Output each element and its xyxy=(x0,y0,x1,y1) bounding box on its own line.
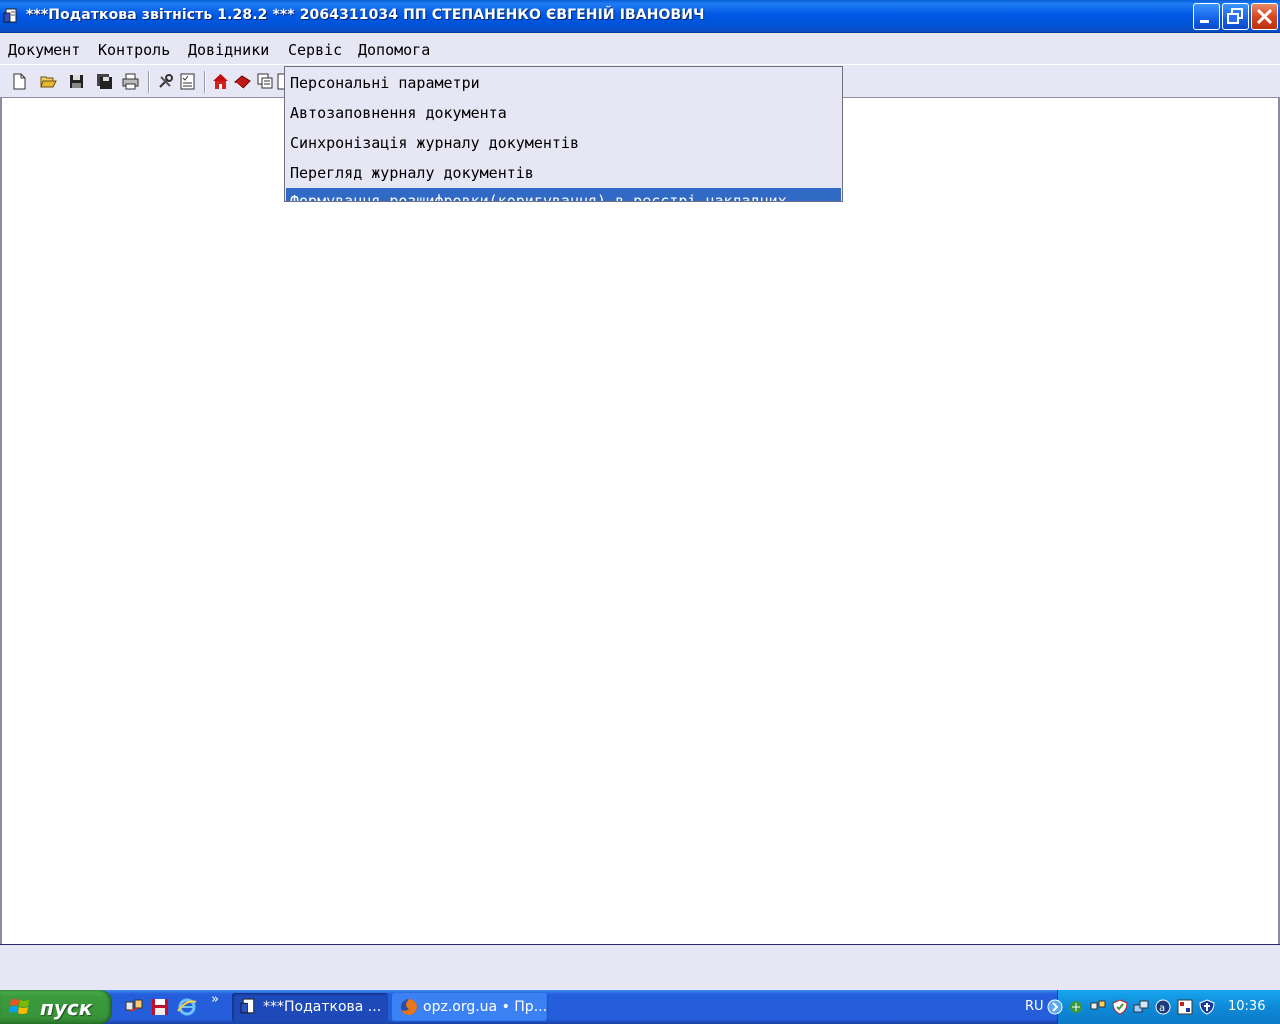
restore-button[interactable] xyxy=(1222,3,1249,30)
tray-connection-icon[interactable] xyxy=(1090,999,1106,1015)
taskbar-task-firefox[interactable]: opz.org.ua • Пр... xyxy=(392,993,548,1022)
menu-item-autofill-document[interactable]: Автозаповнення документа xyxy=(290,104,507,122)
task-label: opz.org.ua • Пр... xyxy=(423,999,548,1015)
task-label: ***Податкова ... xyxy=(263,999,382,1015)
taskbar: пуск » ***Податкова ... opz.org.ua • Пр.… xyxy=(0,990,1280,1024)
quick-launch-network-icon[interactable] xyxy=(124,997,144,1017)
checklist-icon[interactable] xyxy=(179,73,196,90)
close-button[interactable] xyxy=(1251,3,1278,30)
menu-document[interactable]: Документ xyxy=(8,41,80,59)
windows-logo-icon xyxy=(9,999,29,1014)
menu-item-view-journal[interactable]: Перегляд журналу документів xyxy=(290,164,534,182)
tools-icon[interactable] xyxy=(157,73,174,90)
quick-launch-chevron-icon[interactable]: » xyxy=(211,992,219,1007)
menu-item-personal-parameters[interactable]: Персональні параметри xyxy=(290,74,480,92)
app-icon xyxy=(240,998,255,1014)
toolbar-separator xyxy=(148,71,150,93)
menu-help[interactable]: Допомога xyxy=(358,41,430,59)
status-bar xyxy=(0,944,1280,990)
minimize-button[interactable] xyxy=(1193,3,1220,30)
tray-expand-icon[interactable] xyxy=(1047,999,1063,1015)
menu-item-invoice-registry-label: Формування розшифровки(коригування) в ре… xyxy=(290,192,787,202)
tray-antivirus-icon[interactable]: a xyxy=(1155,999,1171,1015)
toolbar-separator xyxy=(204,71,206,93)
tray-network-icon[interactable] xyxy=(1068,999,1084,1015)
language-indicator[interactable]: RU xyxy=(1025,999,1044,1014)
copy-icon[interactable] xyxy=(257,73,274,90)
menu-service[interactable]: Сервіс xyxy=(288,41,342,59)
start-label: пуск xyxy=(40,996,93,1020)
new-document-icon[interactable] xyxy=(11,73,28,90)
minimize-icon xyxy=(1200,20,1209,23)
tray-computers-icon[interactable] xyxy=(1133,999,1149,1015)
taskbar-task-tax-reporting[interactable]: ***Податкова ... xyxy=(232,993,388,1022)
home-icon[interactable] xyxy=(212,73,229,90)
menu-bar: Документ Контроль Довідники Сервіс Допом… xyxy=(0,34,1280,64)
title-bar[interactable]: ***Податкова звітність 1.28.2 *** 206431… xyxy=(0,0,1280,33)
tray-keyboard-layout-icon[interactable] xyxy=(1177,999,1193,1015)
save-all-icon[interactable] xyxy=(96,73,113,90)
open-folder-icon[interactable] xyxy=(40,73,57,90)
menu-references[interactable]: Довідники xyxy=(188,41,269,59)
document-workspace[interactable] xyxy=(0,97,1280,945)
menu-item-sync-journal[interactable]: Синхронізація журналу документів xyxy=(290,134,579,152)
save-icon[interactable] xyxy=(68,73,85,90)
menu-control[interactable]: Контроль xyxy=(98,41,170,59)
start-button[interactable]: пуск xyxy=(0,990,112,1024)
restore-icon xyxy=(1227,8,1243,24)
service-dropdown-menu: Персональні параметри Автозаповнення док… xyxy=(284,66,843,202)
svg-text:a: a xyxy=(1159,1003,1165,1014)
menu-item-invoice-registry[interactable]: Формування розшифровки(коригування) в ре… xyxy=(286,188,841,202)
book-icon[interactable] xyxy=(234,73,251,90)
tray-security-shield-icon[interactable] xyxy=(1112,999,1128,1015)
internet-explorer-icon[interactable] xyxy=(177,997,197,1017)
print-icon[interactable] xyxy=(122,73,139,90)
clock[interactable]: 10:36 xyxy=(1228,999,1265,1014)
tray-shield-icon[interactable] xyxy=(1199,999,1215,1015)
quick-launch-save-icon[interactable] xyxy=(150,997,170,1017)
close-icon xyxy=(1256,8,1273,25)
app-icon[interactable] xyxy=(3,8,20,25)
firefox-icon xyxy=(401,999,417,1015)
window-title: ***Податкова звітність 1.28.2 *** 206431… xyxy=(26,7,705,23)
